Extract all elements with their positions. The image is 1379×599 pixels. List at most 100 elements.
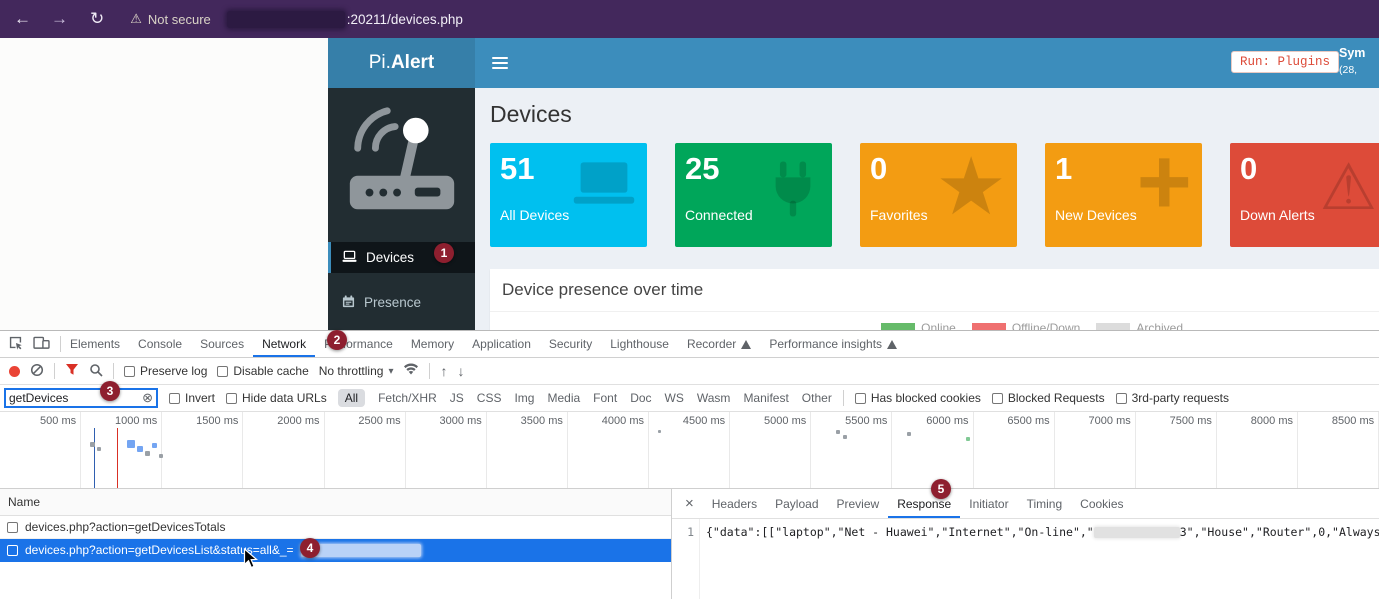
annotation-3: 3: [100, 381, 120, 401]
stat-card-connected[interactable]: 25 Connected: [675, 143, 832, 247]
user-name: Sym: [1339, 45, 1379, 63]
legend-item-archived: Archived: [1096, 321, 1183, 330]
tab-console[interactable]: Console: [129, 331, 191, 357]
timeline-tick: 2500 ms: [325, 412, 406, 488]
tab-preview[interactable]: Preview: [828, 489, 889, 518]
request-row[interactable]: devices.php?action=getDevicesTotals: [0, 516, 671, 539]
user-info[interactable]: Sym (28,: [1339, 45, 1379, 77]
browser-address-bar: ← → ↻ ⚠ Not secure :20211/devices.php: [0, 0, 1379, 38]
sidebar-item-devices[interactable]: Devices: [328, 242, 475, 273]
tab-elements[interactable]: Elements: [61, 331, 129, 357]
checkbox[interactable]: [1116, 393, 1127, 404]
security-chip[interactable]: ⚠ Not secure: [130, 11, 211, 27]
clear-filter-icon[interactable]: ⊗: [142, 390, 153, 406]
preserve-log-checkbox[interactable]: Preserve log: [124, 364, 207, 378]
checkbox[interactable]: [7, 545, 18, 556]
stat-label: New Devices: [1055, 207, 1137, 223]
tab-memory[interactable]: Memory: [402, 331, 463, 357]
filter-input-box[interactable]: ⊗: [4, 388, 158, 408]
type-filter-img[interactable]: Img: [514, 391, 534, 405]
hide-data-urls-checkbox[interactable]: Hide data URLs: [226, 391, 327, 405]
stat-card-favorites[interactable]: 0 Favorites ★: [860, 143, 1017, 247]
type-filter-font[interactable]: Font: [593, 391, 617, 405]
type-filter-doc[interactable]: Doc: [630, 391, 651, 405]
request-list-header[interactable]: Name: [0, 489, 671, 516]
checkbox[interactable]: [169, 393, 180, 404]
stat-card-down-alerts[interactable]: 0 Down Alerts ⚠: [1230, 143, 1379, 247]
tab-headers[interactable]: Headers: [703, 489, 766, 518]
tab-timing[interactable]: Timing: [1018, 489, 1072, 518]
type-filter-js[interactable]: JS: [450, 391, 464, 405]
request-name: devices.php?action=getDevicesTotals: [25, 520, 225, 534]
forward-icon[interactable]: →: [51, 9, 68, 29]
network-overview-timeline[interactable]: 500 ms 1000 ms 1500 ms 2000 ms 2500 ms 3…: [0, 412, 1379, 489]
divider: [429, 363, 430, 379]
devtools-panel: Elements Console Sources Network Perform…: [0, 330, 1379, 599]
back-icon[interactable]: ←: [14, 9, 31, 29]
divider: [843, 390, 844, 406]
timeline-activity-mark: [907, 432, 911, 436]
has-blocked-cookies-checkbox[interactable]: Has blocked cookies: [855, 391, 981, 405]
network-toolbar: Preserve log Disable cache No throttling…: [0, 358, 1379, 385]
security-label: Not secure: [148, 12, 211, 27]
throttling-dropdown[interactable]: No throttling ▾: [319, 364, 394, 378]
tab-network[interactable]: Network: [253, 331, 315, 357]
app-logo[interactable]: Pi.Alert: [328, 38, 475, 88]
devtools-left-icons: [0, 331, 60, 357]
hamburger-icon[interactable]: [492, 57, 508, 69]
stat-card-all-devices[interactable]: 51 All Devices: [490, 143, 647, 247]
device-toolbar-icon[interactable]: [33, 336, 50, 353]
export-har-icon[interactable]: ↓: [457, 363, 464, 379]
network-conditions-icon[interactable]: [403, 363, 419, 379]
checkbox[interactable]: [992, 393, 1003, 404]
app-main: Run: Plugins Sym (28, Devices 51 All Dev…: [475, 38, 1379, 330]
url-text[interactable]: :20211/devices.php: [347, 12, 463, 27]
type-filter-css[interactable]: CSS: [477, 391, 502, 405]
disable-cache-checkbox[interactable]: Disable cache: [217, 364, 308, 378]
tab-initiator[interactable]: Initiator: [960, 489, 1017, 518]
type-filter-wasm[interactable]: Wasm: [697, 391, 731, 405]
tab-recorder[interactable]: Recorder: [678, 331, 760, 357]
experimental-icon: [887, 340, 897, 349]
inspect-icon[interactable]: [8, 335, 23, 353]
search-icon[interactable]: [89, 363, 103, 380]
timeline-tick: 6000 ms: [892, 412, 973, 488]
annotation-2: 2: [327, 330, 347, 350]
import-har-icon[interactable]: ↑: [440, 363, 447, 379]
checkbox[interactable]: [226, 393, 237, 404]
timeline-tick: 4000 ms: [568, 412, 649, 488]
checkbox[interactable]: [124, 366, 135, 377]
invert-checkbox[interactable]: Invert: [169, 391, 215, 405]
filter-icon[interactable]: [65, 363, 79, 379]
checkbox[interactable]: [217, 366, 228, 377]
type-filter-other[interactable]: Other: [802, 391, 832, 405]
tab-sources[interactable]: Sources: [191, 331, 253, 357]
stat-card-new-devices[interactable]: 1 New Devices +: [1045, 143, 1202, 247]
request-row-selected[interactable]: devices.php?action=getDevicesList&status…: [0, 539, 671, 562]
checkbox[interactable]: [855, 393, 866, 404]
sidebar-item-presence[interactable]: Presence: [328, 287, 475, 318]
legend-item-offline: Offline/Down: [972, 321, 1080, 330]
close-icon[interactable]: ×: [676, 489, 703, 518]
record-button[interactable]: [9, 366, 20, 377]
tab-lighthouse[interactable]: Lighthouse: [601, 331, 678, 357]
response-text: 3","House","Router",0,"Always on": [1180, 525, 1379, 539]
type-filter-fetch[interactable]: Fetch/XHR: [378, 391, 437, 405]
run-plugins-button[interactable]: Run: Plugins: [1231, 51, 1339, 73]
type-filter-ws[interactable]: WS: [665, 391, 684, 405]
blocked-requests-checkbox[interactable]: Blocked Requests: [992, 391, 1105, 405]
tab-application[interactable]: Application: [463, 331, 540, 357]
tab-cookies[interactable]: Cookies: [1071, 489, 1132, 518]
timeline-tick: 4500 ms: [649, 412, 730, 488]
tab-payload[interactable]: Payload: [766, 489, 827, 518]
tab-performance-insights[interactable]: Performance insights: [760, 331, 906, 357]
tab-security[interactable]: Security: [540, 331, 601, 357]
third-party-requests-checkbox[interactable]: 3rd-party requests: [1116, 391, 1229, 405]
type-filter-media[interactable]: Media: [547, 391, 580, 405]
divider: [54, 363, 55, 379]
type-filter-manifest[interactable]: Manifest: [743, 391, 788, 405]
checkbox[interactable]: [7, 522, 18, 533]
refresh-icon[interactable]: ↻: [90, 9, 104, 29]
clear-icon[interactable]: [30, 363, 44, 380]
type-filter-all[interactable]: All: [338, 389, 365, 407]
